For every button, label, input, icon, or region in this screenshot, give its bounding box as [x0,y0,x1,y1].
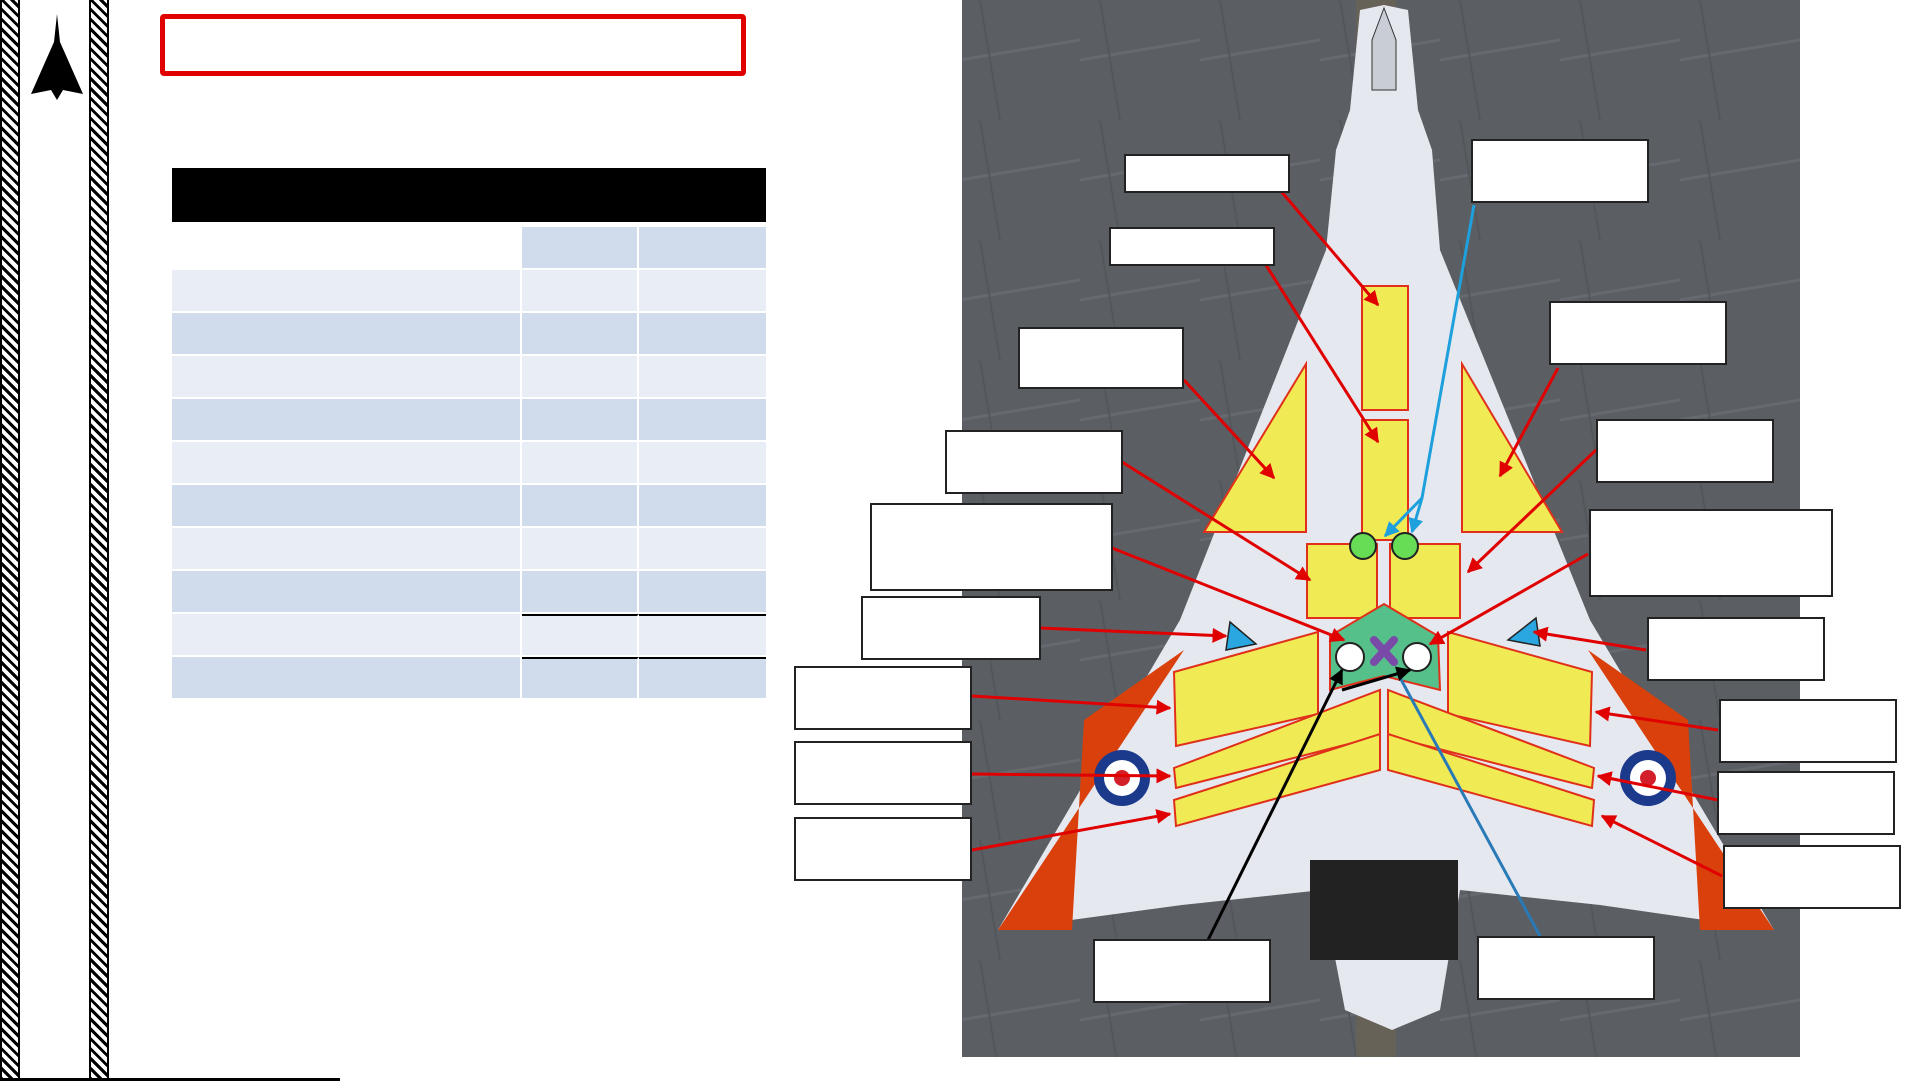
callout-box [1093,939,1271,1003]
green-marker [1349,532,1377,560]
callout-box [1717,771,1895,835]
callout-box [794,741,972,805]
white-marker [1402,642,1432,672]
callout-box [1596,419,1774,483]
mid-fuselage-tank [1361,419,1409,541]
callout-box [1549,301,1727,365]
callout-box [870,503,1113,591]
callout-box [945,430,1123,494]
white-marker [1335,642,1365,672]
callout-box [1471,139,1649,203]
callout-box [861,596,1041,660]
forward-fuselage-tank [1361,285,1409,411]
callout-box [1018,327,1184,389]
callout-box [794,666,972,730]
callout-box [1124,154,1290,193]
callout-box [794,817,972,881]
callout-box [1723,845,1901,909]
callout-box [1109,227,1275,266]
callout-box [1589,509,1833,597]
callout-box [1719,699,1897,763]
callout-box [1647,617,1825,681]
callout-box [1477,936,1655,1000]
aircraft-fuel-diagram [794,0,1901,1057]
green-marker [1391,532,1419,560]
